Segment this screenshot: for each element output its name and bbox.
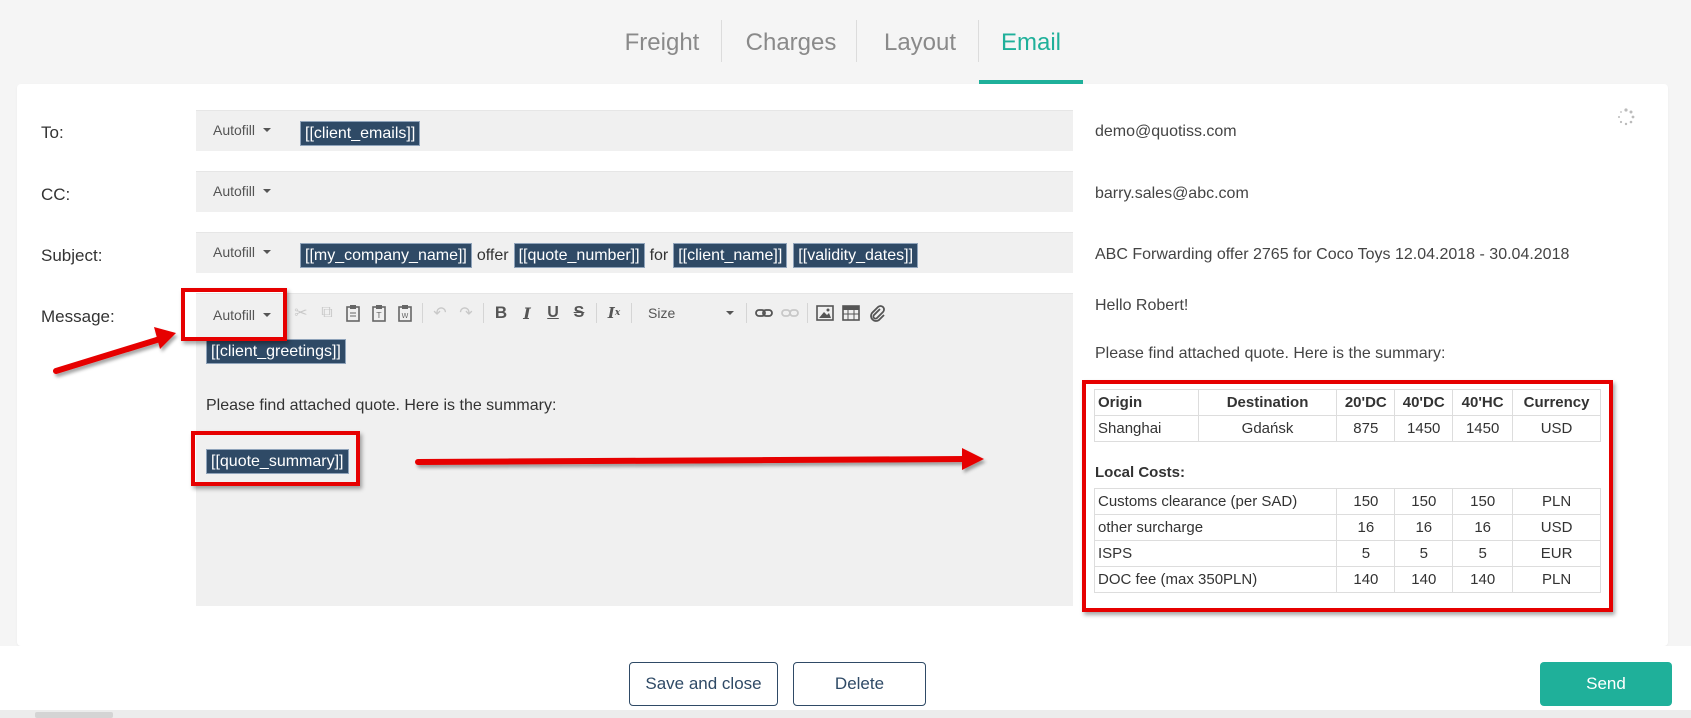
arrow-icon [415,456,969,465]
scrollbar-thumb[interactable] [35,712,113,718]
horizontal-scrollbar[interactable] [0,710,1691,718]
send-button[interactable]: Send [1540,662,1672,706]
annotation-arrows [53,327,984,470]
delete-button[interactable]: Delete [793,662,926,706]
save-and-close-button[interactable]: Save and close [629,662,778,706]
arrow-icon [53,336,163,374]
